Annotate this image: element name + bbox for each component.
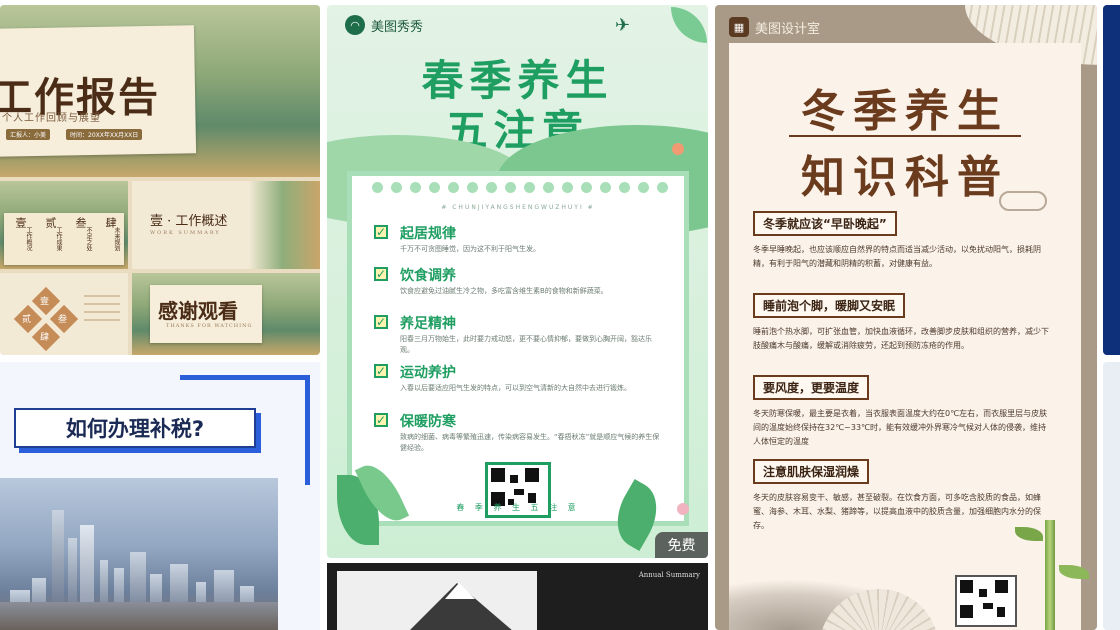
winter-section-heading: 注意肌肤保湿润燥 [753,459,870,484]
template-card-spring-health[interactable]: ◠ 美图秀秀 ✈ 春季养生 五注意 # CHUNJIYANGSHENGWUZHU… [327,5,708,558]
spring-item-text: 入春以后要适应阳气生发的特点，可以到空气清新的大自然中去进行锻炼。 [400,384,631,392]
swallow-icon: ✈ [615,15,631,36]
winter-section-heading: 睡前泡个脚，暖脚又安眠 [753,293,906,318]
winter-content-panel: 冬季养生 知识科普 冬季就应该“早卧晚起” 冬季早睡晚起，也应该顺应自然界的特点… [729,43,1081,630]
thanks-subtitle: THANKS FOR WATCHING [166,323,253,329]
diamond-label-3: 叁 [58,315,68,325]
spring-item-heading: 饮食调养 [400,268,456,284]
ground [0,602,278,630]
template-card-clipped-light[interactable] [1103,362,1120,630]
diamond-group: 壹 贰 叁 肆 [13,286,79,352]
thanks-title: 感谢观看 [158,299,238,323]
spring-item-text: 饮食应避免过油腻生冷之物，多吃富含维生素B的食物和新鲜蔬菜。 [400,287,608,295]
flower-icon [677,503,689,515]
contents-label-3: 不足之处 [85,227,92,251]
spring-item-heading: 保暖防寒 [400,414,456,430]
diamond-label-4: 肆 [40,333,50,343]
diamond-label-2: 贰 [22,315,32,325]
palm-leaf-icon [671,7,707,43]
diamond-text-lines [84,295,120,321]
diamond-label-1: 壹 [40,297,50,307]
meitu-design-logo-icon: ▦ [729,17,749,37]
checkbox-checked-icon: ✓ [374,225,388,239]
mountain-photo [337,571,537,630]
spring-item-text: 千万不可贪图睡觉，因为这不利于阳气生发。 [400,245,540,253]
winter-section-text: 冬季早睡晚起，也应该顺应自然界的特点而适当减少活动，以免扰动阳气，损耗阴精，有利… [753,245,1041,268]
winter-section-heading: 要风度，更要温度 [753,375,870,400]
contents-label-2: 工作成果 [55,227,62,251]
template-card-work-report[interactable]: 工作报告 个人工作回顾与展望 汇报人：小美 时间：20XX年XX月XX日 壹 贰… [0,5,320,355]
spring-item-heading: 起居规律 [400,226,456,242]
report-presenter: 汇报人：小美 [6,129,51,140]
spring-pinyin: # CHUNJIYANGSHENGWUZHUYI # [441,204,595,211]
template-card-tax[interactable]: 如何办理补税? [0,362,320,630]
winter-section-4: 注意肌肤保湿润燥 冬天的皮肤容易变干、敏感，甚至破裂。在饮食方面，可多吃含胶质的… [753,459,1053,533]
checkbox-checked-icon: ✓ [374,364,388,378]
contents-label-1: 工作概况 [25,227,32,251]
spring-content-panel: # CHUNJIYANGSHENGWUZHUYI # ✓ 起居规律 千万不可贪图… [347,171,689,526]
winter-section-3: 要风度，更要温度 冬天防寒保暖，最主要是衣着，当衣服表面温度大约在0℃左右，而衣… [753,375,1053,449]
brand-name: 美图秀秀 [371,19,424,35]
winter-section-2: 睡前泡个脚，暖脚又安眠 睡前泡个热水脚，可扩张血管，加快血液循环，改善脚步皮肤和… [753,293,1053,353]
spring-item-text: 阳春三月万物始生，此时要力戒动怒，更不要心情抑郁，要做到心胸开阔，豁达乐观。 [400,335,652,354]
report-subtitle: 个人工作回顾与展望 [2,113,101,124]
annual-summary-caption: Annual Summary [638,571,700,579]
qr-code [955,575,1017,627]
winter-section-1: 冬季就应该“早卧晚起” 冬季早睡晚起，也应该顺应自然界的特点而适当减少活动，以免… [753,211,1053,271]
free-badge: 免费 [655,532,708,558]
winter-section-text: 睡前泡个热水脚，可扩张血管，加快血液循环，改善脚步皮肤和组织的营养，减少下肢酸痛… [753,327,1049,350]
brand-meitu-xiuxiu: ◠ 美图秀秀 [345,15,423,35]
winter-title-line1: 冬季养生 [801,86,1009,137]
template-card-annual-summary[interactable]: Annual Summary [327,563,708,630]
checkbox-checked-icon: ✓ [374,315,388,329]
contents-label-4: 未来规划 [113,227,120,251]
checkbox-checked-icon: ✓ [374,413,388,427]
template-card-winter-health[interactable]: ▦ 美图设计室 冬季养生 知识科普 冬季就应该“早卧晚起” 冬季早睡晚起，也应该… [715,5,1097,630]
brand-name: 美图设计室 [755,21,821,37]
tax-title: 如何办理补税? [14,408,256,448]
winter-section-heading: 冬季就应该“早卧晚起” [753,211,897,236]
overview-subtitle: WORK SUMMARY [150,230,221,236]
binder-dots [372,182,668,193]
spring-item-heading: 运动养护 [400,365,456,381]
cloud-icon [999,191,1047,211]
winter-section-text: 冬天防寒保暖，最主要是衣着，当衣服表面温度大约在0℃左右，而衣服里层与皮肤间的温… [753,409,1048,446]
city-skyline-photo [0,478,278,630]
spring-item-text: 致病的细菌、病毒等繁殖迅速，传染病容易发生。“春捂秋冻”就是顺应气候的养生保健经… [400,433,660,452]
checkbox-checked-icon: ✓ [374,267,388,281]
spring-item-heading: 养足精神 [400,316,456,332]
template-card-clipped-blue[interactable] [1103,5,1120,355]
title-divider [789,135,1021,137]
mountain-snow [445,583,475,599]
flower-icon [672,143,684,155]
report-date: 时间：20XX年XX月XX日 [66,129,143,140]
brand-meitu-design: ▦ 美图设计室 [729,17,820,37]
bamboo-decoration [1045,520,1055,630]
meitu-logo-icon: ◠ [345,15,365,35]
winter-section-text: 冬天的皮肤容易变干、敏感，甚至破裂。在饮食方面，可多吃含胶质的食品，如蜂蜜、海参… [753,493,1041,530]
overview-title: 壹 · 工作概述 [150,214,228,229]
